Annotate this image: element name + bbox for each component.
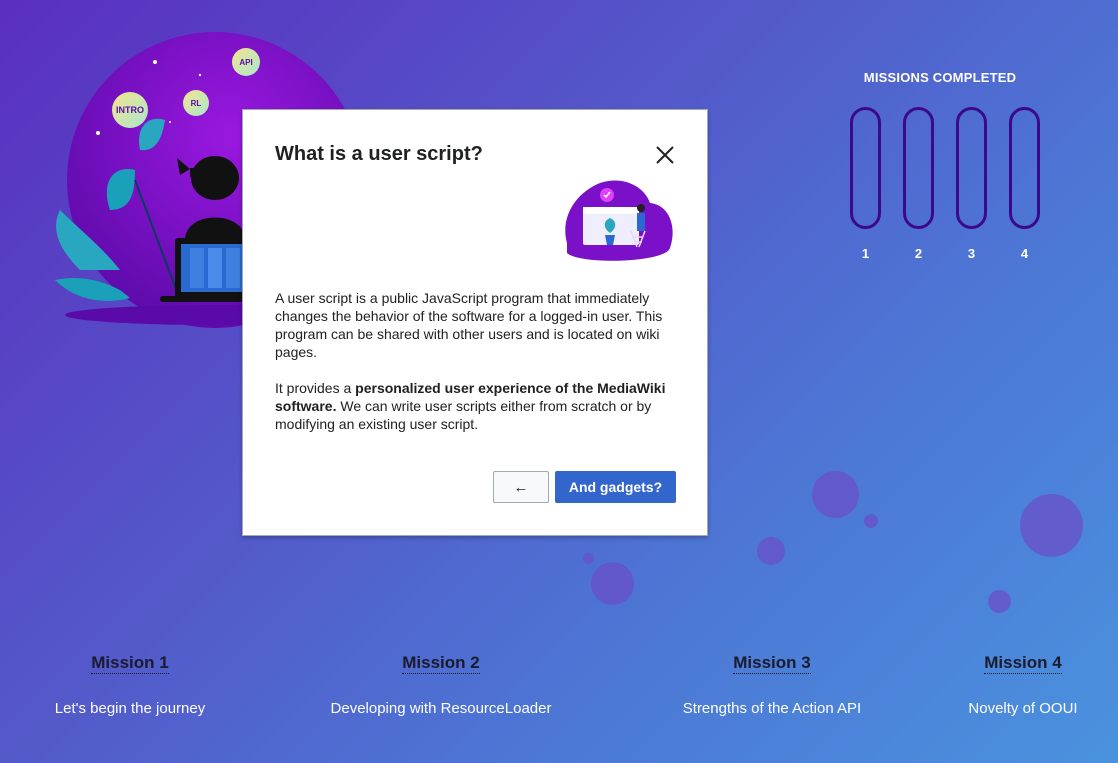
mission-3: Mission 3 Strengths of the Action API <box>642 652 902 717</box>
mission-1-link[interactable]: Mission 1 <box>91 652 169 674</box>
rl-badge: RL <box>183 90 209 116</box>
mission-4-subtitle: Novelty of OOUI <box>968 700 1078 717</box>
mission-2-subtitle: Developing with ResourceLoader <box>330 700 552 717</box>
mission-slot-4 <box>1009 107 1040 229</box>
intro-badge-label: INTRO <box>116 105 144 115</box>
mission-slot-number: 4 <box>1020 246 1029 261</box>
mission-3-subtitle: Strengths of the Action API <box>682 700 862 717</box>
mission-2-link[interactable]: Mission 2 <box>402 652 480 674</box>
missions-completed-title: MISSIONS COMPLETED <box>863 70 1017 85</box>
mission-1: Mission 1 Let's begin the journey <box>0 652 260 717</box>
rl-badge-label: RL <box>190 98 202 108</box>
decor-bubble <box>1020 494 1083 557</box>
mission-slot-number: 1 <box>861 246 870 261</box>
decor-bubble <box>591 562 634 605</box>
dialog-paragraph-2: It provides a personalized user experien… <box>275 379 675 433</box>
back-button[interactable]: ← <box>493 471 549 503</box>
decor-bubble <box>864 514 878 528</box>
paragraph-2-prefix: It provides a <box>275 380 356 396</box>
mission-1-subtitle: Let's begin the journey <box>54 700 206 717</box>
dialog-title: What is a user script? <box>275 143 483 165</box>
user-script-dialog: What is a user script? A user script is … <box>242 109 708 536</box>
mission-slot-2 <box>903 107 934 229</box>
mission-slot-3 <box>956 107 987 229</box>
decor-bubble <box>812 471 859 518</box>
api-badge: API <box>232 48 260 76</box>
dialog-paragraph-1: A user script is a public JavaScript pro… <box>275 290 663 360</box>
close-button[interactable] <box>650 140 680 170</box>
dialog-body: A user script is a public JavaScript pro… <box>275 289 675 451</box>
decor-bubble <box>988 590 1011 613</box>
mission-2: Mission 2 Developing with ResourceLoader <box>311 652 571 717</box>
mission-slot-1 <box>850 107 881 229</box>
mission-3-link[interactable]: Mission 3 <box>733 652 811 674</box>
mission-4: Mission 4 Novelty of OOUI <box>893 652 1118 717</box>
decor-bubble <box>757 537 785 565</box>
api-badge-label: API <box>239 57 253 67</box>
mission-slot-number: 3 <box>967 246 976 261</box>
and-gadgets-button[interactable]: And gadgets? <box>555 471 676 503</box>
mission-4-link[interactable]: Mission 4 <box>984 652 1062 674</box>
close-icon <box>656 146 674 164</box>
decor-bubble <box>583 553 594 564</box>
mission-slot-number: 2 <box>914 246 923 261</box>
dialog-illustration <box>555 173 677 265</box>
intro-badge: INTRO <box>112 92 148 128</box>
